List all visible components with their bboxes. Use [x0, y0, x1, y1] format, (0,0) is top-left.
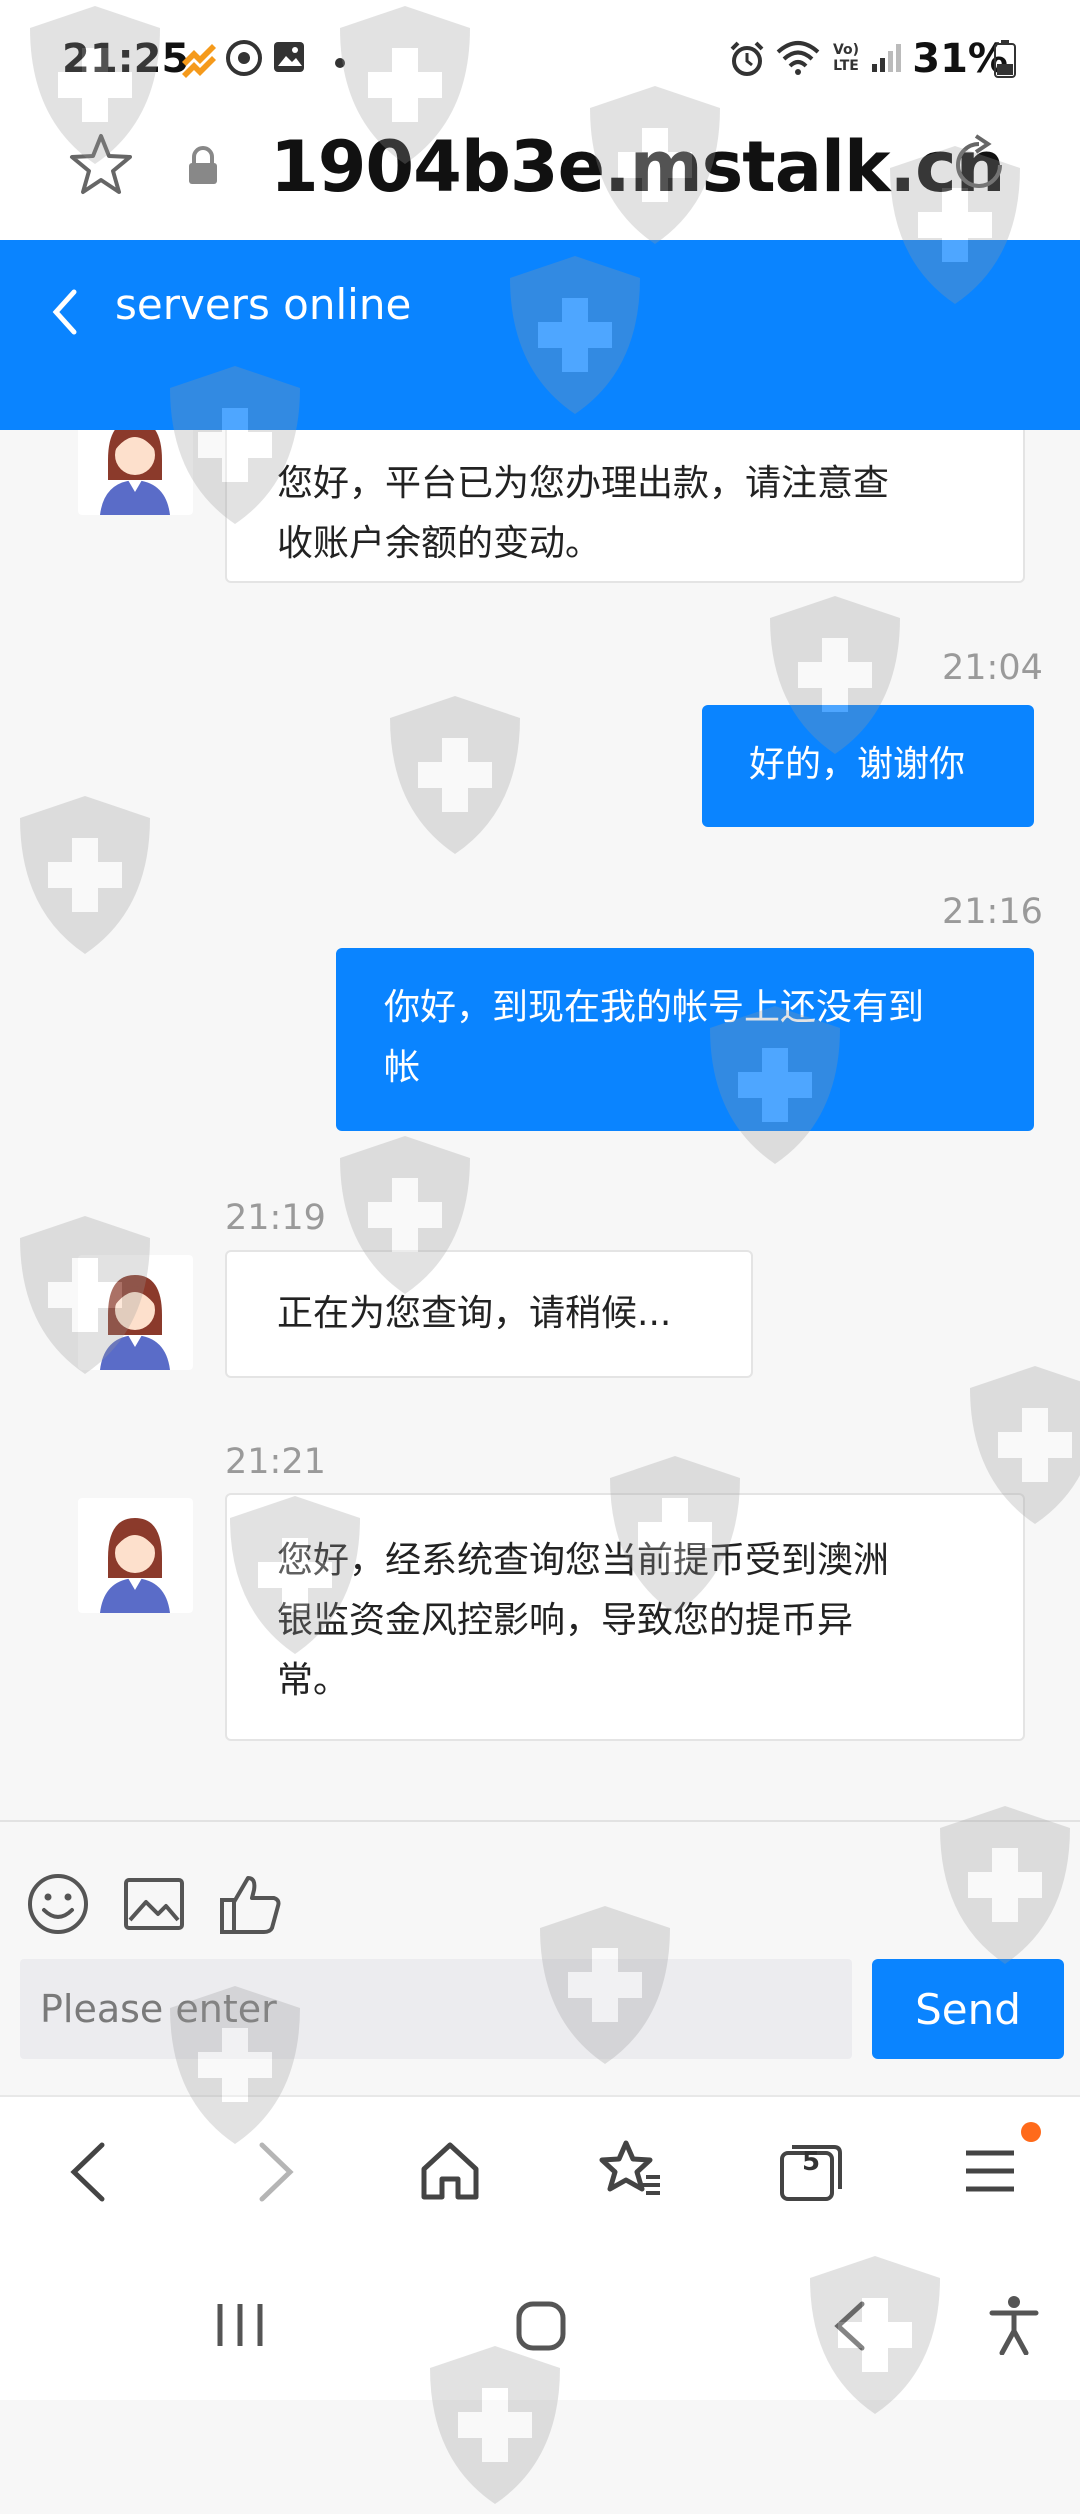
accessibility-icon[interactable] — [988, 2295, 1040, 2359]
message-time: 21:04 — [942, 648, 1043, 688]
message-line: 您好，经系统查询您当前提币受到澳洲 — [277, 1540, 890, 1581]
signal-icon — [870, 40, 904, 78]
nav-back-icon[interactable] — [830, 2300, 870, 2356]
chat-title: servers online — [115, 280, 412, 329]
message-time: 21:21 — [225, 1442, 326, 1482]
message-line: 你好，到现在我的帐号上还没有到 — [384, 987, 925, 1028]
message-line: 常。 — [277, 1660, 350, 1701]
message-line: 收账户余额的变动。 — [277, 523, 602, 564]
wifi-icon — [776, 40, 820, 82]
browser-toolbar — [0, 2095, 1080, 2247]
back-icon[interactable] — [66, 2139, 110, 2209]
chevron-left-icon[interactable] — [48, 284, 82, 344]
home-icon[interactable] — [418, 2139, 482, 2207]
message-time: 21:16 — [942, 892, 1043, 932]
url-text[interactable]: 1904b3e.mstalk.cn — [270, 126, 1005, 208]
status-time: 21:25 — [62, 36, 190, 82]
emoji-icon[interactable] — [26, 1872, 90, 1940]
message-bubble-user: 你好，到现在我的帐号上还没有到 帐 — [336, 948, 1034, 1131]
chrome-icon — [226, 40, 262, 80]
message-line: 正在为您查询，请稍候... — [277, 1293, 672, 1334]
agent-avatar — [78, 1255, 193, 1370]
menu-icon[interactable] — [962, 2139, 1018, 2207]
message-time: 21:19 — [225, 1198, 326, 1238]
bookmark-star-icon[interactable] — [68, 132, 134, 202]
message-bubble-agent: 您好，平台已为您办理出款，请注意查 收账户余额的变动。 — [225, 430, 1025, 583]
dot-icon — [334, 54, 346, 73]
address-bar[interactable]: 1904b3e.mstalk.cn — [0, 120, 1080, 240]
agent-avatar — [78, 430, 193, 515]
reload-icon[interactable] — [946, 132, 1012, 202]
message-bubble-agent: 您好，经系统查询您当前提币受到澳洲 银监资金风控影响，导致您的提币异 常。 — [225, 1493, 1025, 1741]
send-button[interactable]: Send — [872, 1959, 1064, 2059]
message-line: 好的，谢谢你 — [749, 744, 966, 785]
bookmarks-icon[interactable] — [598, 2139, 664, 2207]
home-button-icon[interactable] — [515, 2300, 567, 2356]
lock-icon[interactable] — [186, 146, 220, 190]
message-input[interactable] — [20, 1959, 852, 2059]
composer: Send — [0, 1820, 1080, 2097]
message-bubble-user: 好的，谢谢你 — [702, 705, 1034, 827]
message-line: 您好，平台已为您办理出款，请注意查 — [277, 463, 890, 504]
app-notification-icon — [178, 42, 218, 82]
tab-count[interactable]: 5 — [790, 2147, 832, 2177]
thumbs-up-icon[interactable] — [218, 1872, 284, 1940]
volte-label: Vo) LTE — [832, 42, 860, 74]
message-list[interactable]: 您好，平台已为您办理出款，请注意查 收账户余额的变动。 21:04 好的，谢谢你… — [0, 430, 1080, 1820]
forward-icon[interactable] — [254, 2139, 298, 2209]
recent-apps-icon[interactable] — [214, 2300, 266, 2354]
gallery-icon — [272, 40, 306, 78]
message-line: 帐 — [384, 1047, 421, 1088]
message-bubble-agent: 正在为您查询，请稍候... — [225, 1250, 753, 1378]
agent-avatar — [78, 1498, 193, 1613]
image-icon[interactable] — [122, 1872, 186, 1940]
chat-header: servers online — [0, 240, 1080, 430]
system-navigation — [0, 2245, 1080, 2400]
notification-dot-icon — [1020, 2121, 1042, 2147]
battery-icon — [994, 40, 1016, 82]
status-bar: 21:25 Vo) LTE 31% — [0, 0, 1080, 120]
alarm-icon — [728, 40, 766, 82]
message-line: 银监资金风控影响，导致您的提币异 — [277, 1600, 854, 1641]
